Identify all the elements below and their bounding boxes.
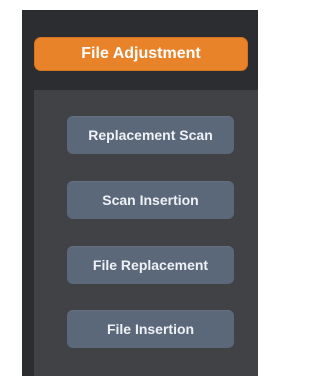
file-adjustment-button[interactable]: File Adjustment <box>34 37 248 71</box>
file-insertion-button[interactable]: File Insertion <box>67 310 234 348</box>
scan-insertion-button[interactable]: Scan Insertion <box>67 181 234 219</box>
file-replacement-button[interactable]: File Replacement <box>67 246 234 284</box>
replacement-scan-button[interactable]: Replacement Scan <box>67 116 234 154</box>
